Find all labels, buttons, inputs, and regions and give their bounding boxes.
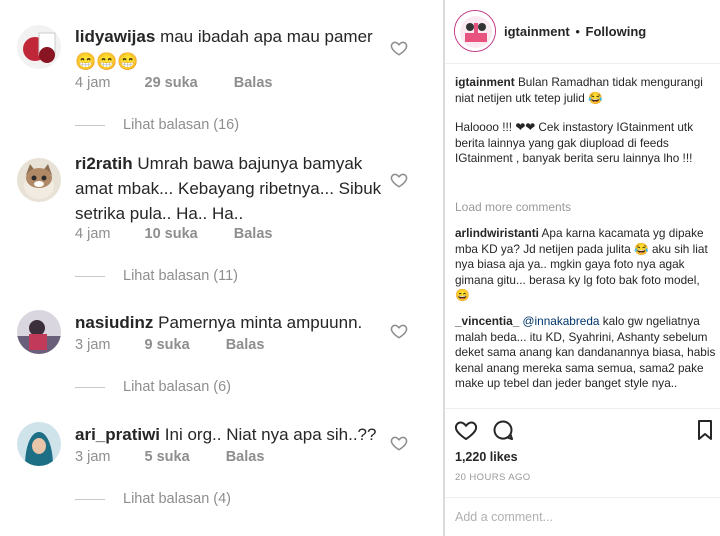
comment-text: ri2ratih Umrah bawa bajunya bamyak amat … (75, 151, 393, 226)
post-comment: _vincentia_ @innakabreda kalo gw ngeliat… (455, 314, 717, 392)
avatar[interactable] (17, 158, 61, 202)
post-panel: igtainment • Following igtainment Bulan … (445, 0, 720, 536)
heart-outline-icon[interactable] (390, 171, 408, 189)
avatar[interactable] (17, 422, 61, 466)
comment-time: 3 jam (75, 337, 111, 353)
reply-button[interactable]: Balas (234, 75, 273, 91)
view-replies-label: Lihat balasan (4) (123, 491, 232, 507)
add-comment-bar (445, 497, 720, 536)
reply-button[interactable]: Balas (226, 337, 265, 353)
bookmark-icon[interactable] (693, 418, 717, 442)
view-replies-link[interactable]: Lihat balasan (6) (75, 379, 231, 395)
avatar[interactable] (17, 25, 61, 69)
comment-likes[interactable]: 10 suka (145, 226, 198, 242)
reply-button[interactable]: Balas (226, 449, 265, 465)
load-more-comments[interactable]: Load more comments (455, 200, 571, 214)
view-replies-link[interactable]: Lihat balasan (11) (75, 268, 238, 284)
post-account: igtainment • Following (504, 24, 646, 39)
comment-username[interactable]: ri2ratih (75, 154, 133, 173)
comment-time: 4 jam (75, 75, 111, 91)
caption-line: igtainment Bulan Ramadhan tidak menguran… (455, 75, 717, 106)
reply-button[interactable]: Balas (234, 226, 273, 242)
view-replies-link[interactable]: Lihat balasan (16) (75, 117, 239, 133)
post-actions (445, 408, 720, 448)
comment-username[interactable]: ari_pratiwi (75, 425, 160, 444)
comment-text: nasiudinz Pamernya minta ampuunn. (75, 310, 393, 335)
heart-icon[interactable] (454, 418, 478, 442)
view-replies-label: Lihat balasan (16) (123, 117, 240, 133)
comment-meta: 4 jam 10 suka Balas (75, 226, 272, 242)
comment-time: 3 jam (75, 449, 111, 465)
comment-likes[interactable]: 5 suka (145, 449, 190, 465)
replies-divider (75, 275, 105, 277)
replies-divider (75, 498, 105, 500)
comment-meta: 3 jam 9 suka Balas (75, 337, 264, 353)
comment-time: 4 jam (75, 226, 111, 242)
heart-outline-icon[interactable] (390, 39, 408, 57)
post-comment-username[interactable]: arlindwiristanti (455, 226, 539, 240)
comment-username[interactable]: lidyawijas (75, 27, 155, 46)
replies-divider (75, 124, 105, 126)
post-comment-username[interactable]: _vincentia_ (455, 314, 519, 328)
comment-message: Ini org.. Niat nya apa sih..?? (164, 425, 377, 444)
mobile-comments-panel: lidyawijas mau ibadah apa mau pamer 😁😁😁 … (0, 0, 443, 536)
separator-dot: • (575, 24, 580, 39)
view-replies-label: Lihat balasan (6) (123, 379, 232, 395)
comment-text: lidyawijas mau ibadah apa mau pamer 😁😁😁 (75, 24, 393, 74)
replies-divider (75, 386, 105, 388)
account-avatar[interactable] (454, 10, 496, 52)
follow-status[interactable]: Following (586, 24, 647, 39)
comment-likes[interactable]: 29 suka (145, 75, 198, 91)
post-header: igtainment • Following (445, 0, 720, 64)
post-timestamp: 20 HOURS AGO (455, 472, 531, 483)
heart-outline-icon[interactable] (390, 322, 408, 340)
caption-username[interactable]: igtainment (455, 75, 515, 89)
comment-meta: 3 jam 5 suka Balas (75, 449, 264, 465)
comment-bubble-icon[interactable] (491, 418, 515, 442)
account-handle[interactable]: igtainment (504, 24, 570, 39)
comment-text: ari_pratiwi Ini org.. Niat nya apa sih..… (75, 422, 393, 447)
add-comment-input[interactable] (455, 507, 680, 527)
post-comment-mention[interactable]: @innakabreda (523, 314, 600, 328)
post-caption: igtainment Bulan Ramadhan tidak menguran… (455, 75, 717, 181)
heart-outline-icon[interactable] (390, 434, 408, 452)
comment-username[interactable]: nasiudinz (75, 313, 153, 332)
view-replies-label: Lihat balasan (11) (123, 268, 239, 284)
comment-likes[interactable]: 9 suka (145, 337, 190, 353)
comment-emoji: 😁😁😁 (75, 52, 139, 71)
caption-line: Haloooo !!! ❤❤ Cek instastory IGtainment… (455, 120, 694, 165)
post-comment: arlindwiristanti Apa karna kacamata yg d… (455, 226, 717, 304)
comment-message: mau ibadah apa mau pamer (160, 27, 373, 46)
caption-emoji: 😂 (588, 90, 603, 105)
comment-meta: 4 jam 29 suka Balas (75, 75, 272, 91)
comment-message: Pamernya minta ampuunn. (158, 313, 363, 332)
view-replies-link[interactable]: Lihat balasan (4) (75, 491, 231, 507)
likes-count[interactable]: 1,220 likes (455, 450, 518, 464)
avatar[interactable] (17, 310, 61, 354)
